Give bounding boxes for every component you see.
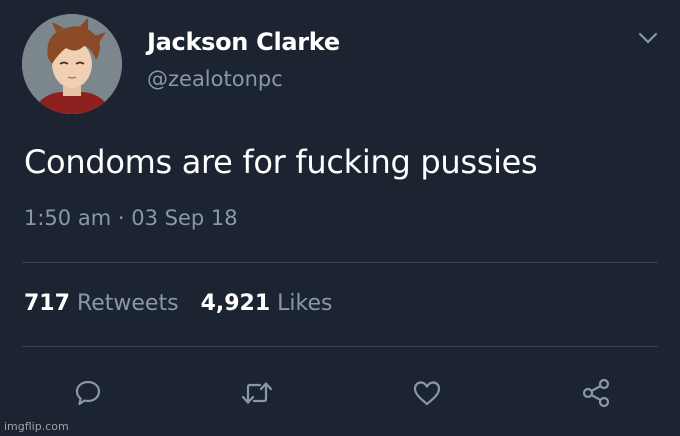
retweets-count: 717 (24, 291, 70, 316)
share-icon[interactable] (578, 375, 614, 411)
user-display-name[interactable]: Jackson Clarke (147, 28, 340, 56)
reply-icon[interactable] (70, 375, 106, 411)
tweet-date: 03 Sep 18 (131, 206, 238, 230)
retweets-stat[interactable]: 717 Retweets (24, 291, 179, 316)
timestamp-separator: · (117, 206, 125, 230)
divider (22, 346, 658, 347)
tweet-timestamp[interactable]: 1:50 am · 03 Sep 18 (24, 206, 238, 230)
tweet-time: 1:50 am (24, 206, 112, 230)
like-icon[interactable] (409, 375, 445, 411)
likes-label: Likes (277, 291, 333, 316)
tweet-text: Condoms are for fucking pussies (24, 143, 538, 181)
avatar-illustration (22, 14, 122, 114)
chevron-down-icon[interactable] (637, 30, 659, 46)
retweets-label: Retweets (76, 291, 179, 316)
divider (22, 262, 658, 263)
avatar[interactable] (22, 14, 122, 114)
watermark: imgflip.com (4, 420, 69, 433)
likes-count: 4,921 (200, 291, 271, 316)
user-handle[interactable]: @zealotonpc (147, 67, 283, 91)
tweet-stats: 717 Retweets 4,921 Likes (24, 291, 332, 316)
retweet-icon[interactable] (239, 375, 275, 411)
likes-stat[interactable]: 4,921 Likes (201, 291, 333, 316)
